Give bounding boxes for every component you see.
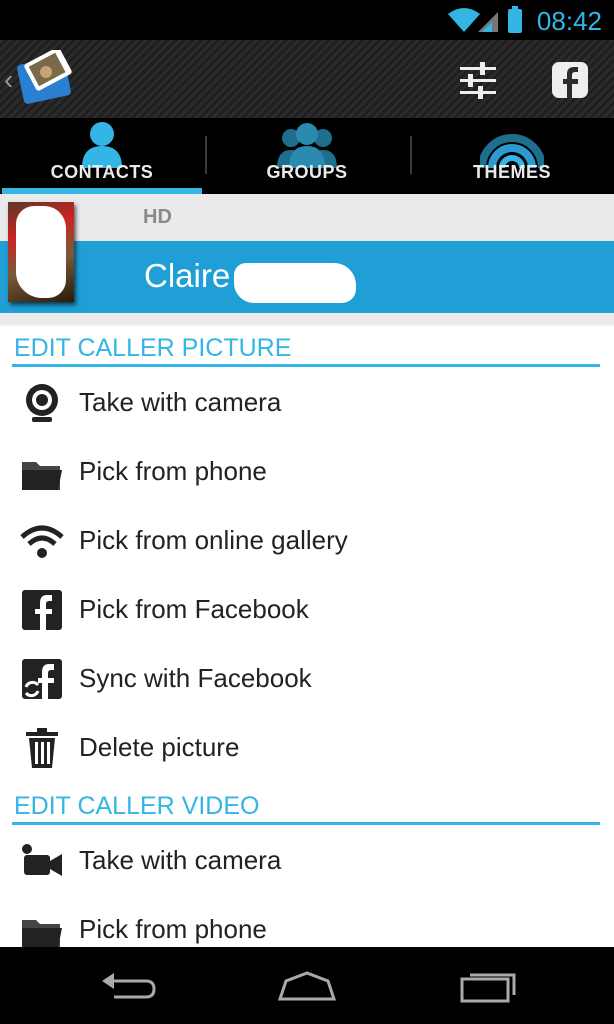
row-label: Pick from online gallery [79, 525, 348, 555]
contact-avatar[interactable] [8, 202, 74, 302]
contact-header: HD Claire [0, 194, 614, 324]
trash-icon [26, 728, 58, 768]
tab-label: CONTACTS [50, 162, 154, 182]
facebook-icon [22, 590, 62, 630]
tab-bar: CONTACTS GROUPS THEMES [0, 118, 614, 194]
picture-pick-from-facebook[interactable]: Pick from Facebook [0, 574, 614, 643]
section-title: EDIT CALLER VIDEO [14, 792, 260, 820]
contact-name-band: Claire [0, 241, 614, 313]
home-icon[interactable] [272, 967, 342, 1007]
tab-label: THEMES [472, 162, 551, 182]
redacted-surname [234, 263, 356, 303]
contact-name: Claire [144, 257, 231, 294]
theme-arcs-icon [480, 134, 544, 168]
picture-pick-from-online-gallery[interactable]: Pick from online gallery [0, 505, 614, 574]
contact-person-icon [82, 122, 122, 168]
status-time: 08:42 [536, 6, 602, 36]
facebook-sync-icon [22, 659, 62, 699]
picture-sync-with-facebook[interactable]: Sync with Facebook [0, 643, 614, 712]
row-label: Sync with Facebook [79, 663, 312, 693]
tab-label: GROUPS [266, 162, 348, 182]
tab-groups[interactable]: GROUPS [205, 118, 409, 194]
action-bar: ‹ [0, 40, 614, 118]
video-take-with-camera[interactable]: Take with camera [0, 825, 614, 894]
signal-icons [448, 6, 522, 33]
up-caret-icon[interactable]: ‹ [4, 64, 13, 96]
recent-apps-icon[interactable] [454, 967, 524, 1007]
status-bar: 08:42 [0, 0, 614, 40]
row-label: Pick from phone [79, 914, 267, 944]
navigation-bar [0, 947, 614, 1024]
section-header-picture: EDIT CALLER PICTURE [12, 328, 600, 367]
section-title: EDIT CALLER PICTURE [14, 334, 292, 362]
hd-badge: HD [143, 206, 172, 228]
battery-icon [508, 9, 522, 33]
wifi-status-icon [448, 8, 480, 32]
row-label: Pick from Facebook [79, 594, 309, 624]
options-list: EDIT CALLER PICTURE Take with camera Pic… [0, 326, 614, 947]
picture-take-with-camera[interactable]: Take with camera [0, 367, 614, 436]
folder-icon [22, 920, 62, 947]
settings-sliders-icon[interactable] [456, 58, 500, 102]
app-logo[interactable] [14, 50, 74, 108]
facebook-icon[interactable] [548, 58, 592, 102]
video-pick-from-phone[interactable]: Pick from phone [0, 894, 614, 947]
redacted-face [16, 206, 66, 298]
row-label: Take with camera [79, 845, 282, 875]
tab-themes[interactable]: THEMES [410, 118, 614, 194]
section-header-video: EDIT CALLER VIDEO [12, 786, 600, 825]
wifi-icon [20, 525, 64, 558]
picture-delete[interactable]: Delete picture [0, 712, 614, 781]
picture-pick-from-phone[interactable]: Pick from phone [0, 436, 614, 505]
tab-contacts[interactable]: CONTACTS [0, 118, 204, 194]
video-camera-icon [22, 844, 62, 876]
row-label: Take with camera [79, 387, 282, 417]
back-icon[interactable] [94, 967, 164, 1007]
folder-icon [22, 462, 62, 490]
row-label: Delete picture [79, 732, 240, 762]
group-people-icon [277, 123, 337, 168]
row-label: Pick from phone [79, 456, 267, 486]
webcam-icon [26, 384, 58, 422]
